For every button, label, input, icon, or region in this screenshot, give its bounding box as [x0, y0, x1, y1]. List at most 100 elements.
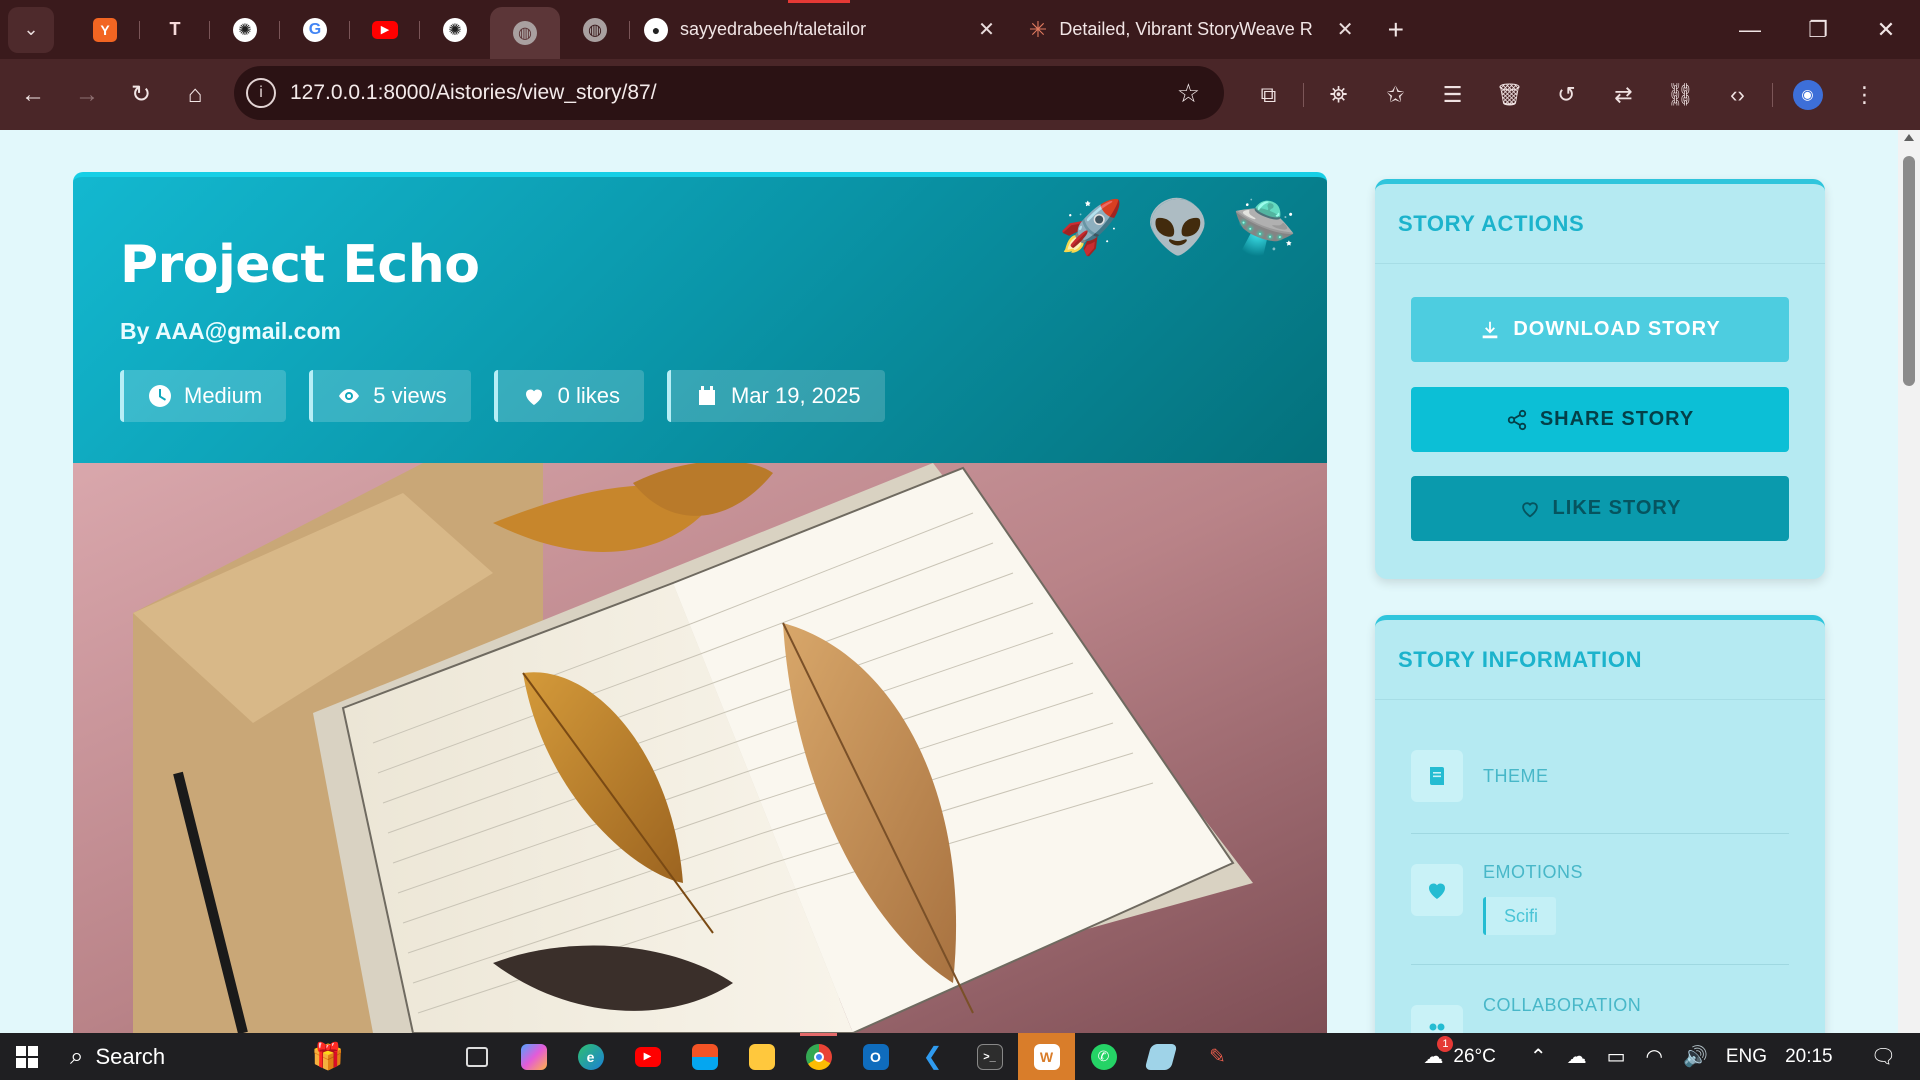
eraser-icon [1144, 1043, 1177, 1070]
onedrive-error-icon[interactable]: ☁ [1567, 1044, 1587, 1069]
download-story-button[interactable]: DOWNLOAD STORY [1411, 297, 1789, 362]
minimize-icon[interactable]: — [1716, 0, 1784, 59]
taskbar-task-view[interactable] [448, 1033, 505, 1080]
close-tab-icon[interactable]: ✕ [1337, 17, 1354, 42]
taskbar-vscode[interactable]: ❮ [904, 1033, 961, 1080]
tab-chatgpt-2[interactable]: ✺ [420, 7, 490, 53]
battery-icon[interactable]: ▭ [1607, 1044, 1626, 1069]
browser-tab-bar: ⌄ Y T ✺ G ▶ ✺ ◍ ◍ ● sayyedrabeeh/taletai… [0, 0, 1920, 59]
date-text: Mar 19, 2025 [730, 383, 861, 408]
restore-icon[interactable]: ❐ [1784, 0, 1852, 59]
extensions-puzzle-icon[interactable]: ⧉ [1240, 70, 1297, 120]
tab-globe[interactable]: ◍ [560, 7, 630, 53]
youtube-icon: ▶ [372, 20, 398, 39]
heart-icon [1429, 883, 1445, 899]
y-icon: Y [93, 17, 117, 42]
outlook-icon: O [862, 1043, 889, 1070]
page-scrollbar[interactable] [1898, 130, 1920, 1033]
back-arrow-icon[interactable]: ← [6, 68, 60, 122]
code-icon[interactable]: ‹› [1709, 70, 1766, 120]
chrome-icon [805, 1043, 832, 1070]
forward-arrow-icon[interactable]: → [60, 68, 114, 122]
story-information-card: STORY INFORMATION THEME EMOTIONS Scifi C… [1375, 615, 1825, 1033]
bookmark-star-icon[interactable]: ☆ [1177, 78, 1200, 109]
profile-avatar[interactable]: ◉ [1779, 70, 1836, 120]
close-tab-icon[interactable]: ✕ [978, 17, 995, 42]
taskbar-store[interactable] [676, 1033, 733, 1080]
story-title: Project Echo [120, 235, 480, 295]
share-story-button[interactable]: SHARE STORY [1411, 387, 1789, 452]
history-icon[interactable]: ↺ [1538, 70, 1595, 120]
tab-claude[interactable]: ✳ Detailed, Vibrant StoryWeave R ✕ [1015, 7, 1368, 53]
taskbar-terminal[interactable]: >_ [961, 1033, 1018, 1080]
url-text[interactable]: 127.0.0.1:8000/Aistories/view_story/87/ [290, 81, 657, 105]
volume-icon[interactable]: 🔊 [1683, 1044, 1708, 1069]
weather-temp[interactable]: 26°C [1453, 1046, 1495, 1068]
tab-active-local[interactable]: ◍ [490, 6, 560, 59]
chevron-up-icon[interactable]: ⌃ [1530, 1044, 1547, 1069]
address-bar[interactable]: i 127.0.0.1:8000/Aistories/view_story/87… [234, 66, 1224, 120]
views-text: 5 views [373, 383, 447, 408]
likes-chip: 0 likes [493, 370, 644, 422]
taskbar-search[interactable]: ⌕ Search 🎁 [54, 1033, 344, 1080]
like-story-button[interactable]: LIKE STORY [1411, 476, 1789, 541]
reload-icon[interactable]: ↻ [114, 68, 168, 122]
scroll-thumb[interactable] [1903, 156, 1915, 386]
taskbar-chrome[interactable] [790, 1033, 847, 1080]
incognito-icon[interactable]: ⛯ [1310, 70, 1367, 120]
story-header: 🚀 👽 🛸 Project Echo By AAA@gmail.com Medi… [73, 172, 1327, 463]
taskbar-whatsapp[interactable]: ✆ [1075, 1033, 1132, 1080]
clock-icon [149, 385, 171, 407]
trash-icon[interactable]: 🗑 [1481, 70, 1538, 120]
pinned-tabs: Y T ✺ G ▶ ✺ ◍ ◍ [70, 1, 630, 59]
start-button[interactable] [0, 1033, 54, 1080]
tab-youtube[interactable]: ▶ [350, 7, 420, 53]
menu-kebab-icon[interactable]: ⋮ [1836, 70, 1893, 120]
taskbar-edge[interactable]: e [562, 1033, 619, 1080]
globe-icon: ◍ [583, 17, 607, 42]
tab-indicator [788, 0, 850, 3]
ufo-icon: 🛸 [1232, 199, 1297, 257]
site-info-icon[interactable]: i [246, 78, 276, 108]
language-indicator[interactable]: ENG [1726, 1046, 1767, 1068]
download-story-label: DOWNLOAD STORY [1513, 318, 1721, 340]
browser-toolbar: ← → ↻ ⌂ i 127.0.0.1:8000/Aistories/view_… [0, 59, 1920, 130]
notification-icon[interactable]: 🗨 [1871, 1044, 1896, 1069]
new-tab-button[interactable]: + [1388, 14, 1404, 46]
terminal-icon: >_ [976, 1043, 1003, 1070]
whatsapp-icon: ✆ [1090, 1043, 1117, 1070]
taskbar-eraser[interactable] [1132, 1033, 1189, 1080]
taskbar-explorer[interactable] [733, 1033, 790, 1080]
tab-t[interactable]: T [140, 7, 210, 53]
tab-y[interactable]: Y [70, 7, 140, 53]
scroll-up-icon[interactable] [1904, 134, 1914, 141]
youtube-icon: ▶ [634, 1046, 661, 1067]
notebook-leaves-illustration [73, 463, 1327, 1033]
close-window-icon[interactable]: ✕ [1852, 0, 1920, 59]
store-icon [691, 1043, 718, 1070]
tab-chatgpt-1[interactable]: ✺ [210, 7, 280, 53]
tab-google[interactable]: G [280, 7, 350, 53]
taskbar-copilot[interactable] [505, 1033, 562, 1080]
tab-github[interactable]: ● sayyedrabeeh/taletailor ✕ [630, 7, 1009, 53]
home-icon[interactable]: ⌂ [168, 68, 222, 122]
brush-icon: ✎ [1209, 1046, 1226, 1068]
link-icon[interactable]: ⛓ [1652, 70, 1709, 120]
taskbar-youtube[interactable]: ▶ [619, 1033, 676, 1080]
clock-time[interactable]: 20:15 [1785, 1046, 1833, 1068]
google-icon: G [303, 17, 327, 42]
reading-list-icon[interactable]: ☰ [1424, 70, 1481, 120]
taskbar-outlook[interactable]: O [847, 1033, 904, 1080]
translate-icon[interactable]: ⇄ [1595, 70, 1652, 120]
favorites-icon[interactable]: ✩ [1367, 70, 1424, 120]
weather-cloud-icon[interactable]: ☁ 1 [1423, 1036, 1454, 1069]
heart-icon [525, 389, 542, 405]
story-cover-image [73, 463, 1327, 1033]
wifi-icon[interactable]: ◠ [1646, 1044, 1663, 1069]
collaboration-icon-box [1411, 1005, 1463, 1033]
taskbar-paint[interactable]: ✎ [1189, 1033, 1246, 1080]
taskbar-writer[interactable]: W [1018, 1033, 1075, 1080]
theme-emojis: 🚀 👽 🛸 [1059, 197, 1297, 258]
tab-search-button[interactable]: ⌄ [8, 6, 54, 53]
story-author: By AAA@gmail.com [120, 318, 341, 344]
